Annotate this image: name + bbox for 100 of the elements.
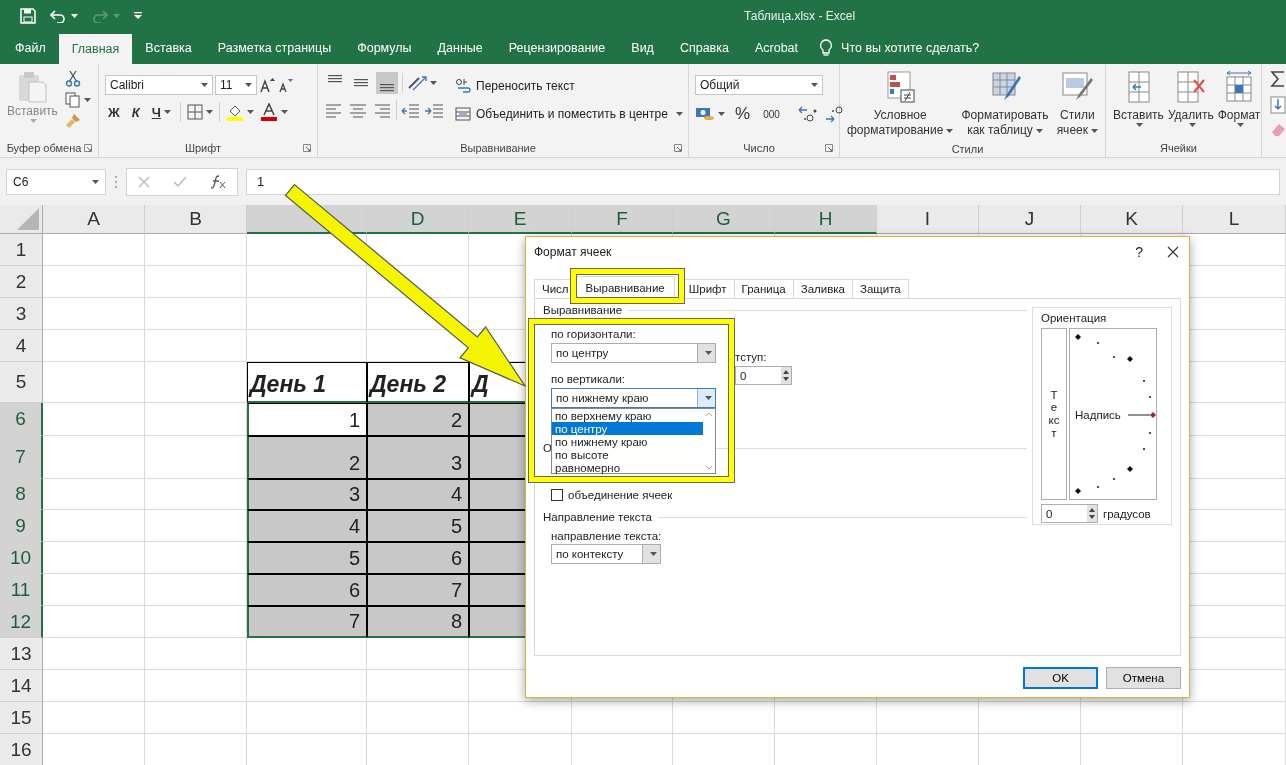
ribbon-tab[interactable]: Файл: [2, 32, 59, 64]
row-header[interactable]: 15: [0, 702, 43, 734]
decrease-indent-icon[interactable]: [401, 102, 421, 118]
save-icon[interactable]: [20, 8, 36, 24]
underline-button[interactable]: Ч: [148, 104, 174, 120]
row-header[interactable]: 5: [0, 362, 43, 403]
checkbox[interactable]: [551, 489, 563, 501]
percent-button[interactable]: %: [732, 104, 754, 124]
dialog-launcher-icon[interactable]: [674, 144, 682, 152]
help-button[interactable]: ?: [1135, 244, 1143, 260]
fill-down-icon[interactable]: [1270, 96, 1286, 114]
font-name-field[interactable]: Calibri: [105, 75, 213, 95]
function-icon[interactable]: [209, 174, 226, 189]
number-format-field[interactable]: Общий: [695, 75, 823, 95]
orientation-dial[interactable]: Надпись: [1069, 328, 1157, 500]
dropdown-option[interactable]: по верхнему краю: [552, 409, 703, 422]
row-header[interactable]: 3: [0, 298, 43, 330]
decrease-decimal-icon[interactable]: [823, 105, 844, 123]
row-header[interactable]: 7: [0, 436, 43, 479]
vertical-align-dropdown[interactable]: по нижнему краю: [551, 388, 716, 408]
increase-font-icon[interactable]: [259, 77, 275, 93]
indent-spinner[interactable]: 0: [735, 366, 792, 385]
bold-button[interactable]: Ж: [105, 104, 123, 120]
row-header[interactable]: 9: [0, 510, 43, 542]
increase-decimal-icon[interactable]: [796, 105, 817, 123]
column-header[interactable]: B: [145, 205, 247, 234]
thousands-button[interactable]: 000: [760, 108, 783, 120]
column-header[interactable]: J: [979, 205, 1081, 234]
cells-button[interactable]: Вставить: [1112, 68, 1165, 139]
merge-center-button[interactable]: Объединить и поместить в центре: [453, 106, 685, 122]
scissors-icon[interactable]: [64, 70, 81, 87]
vertical-text-option[interactable]: Текст: [1041, 328, 1067, 500]
dialog-launcher-icon[interactable]: [303, 144, 311, 152]
row-header[interactable]: 1: [0, 234, 43, 266]
column-header[interactable]: E: [469, 205, 572, 234]
borders-icon[interactable]: [186, 104, 203, 120]
drag-handle-icon[interactable]: [114, 174, 118, 189]
formula-field[interactable]: 1: [246, 168, 1280, 195]
row-header[interactable]: 14: [0, 670, 43, 702]
font-size-field[interactable]: 11: [215, 75, 257, 95]
text-direction-dropdown[interactable]: по контексту: [551, 544, 661, 564]
row-header[interactable]: 16: [0, 734, 43, 765]
ribbon-tab[interactable]: Acrobat: [741, 32, 812, 64]
customize-toolbar-icon[interactable]: [134, 12, 142, 20]
cells-button[interactable]: Удалить: [1166, 68, 1215, 139]
row-header[interactable]: 10: [0, 542, 43, 574]
column-header[interactable]: D: [367, 205, 469, 234]
ribbon-tab[interactable]: Разметка страницы: [204, 32, 345, 64]
text-orientation-icon[interactable]: [407, 74, 427, 92]
wrap-text-button[interactable]: Переносить текст: [453, 78, 685, 94]
ribbon-tab[interactable]: Формулы: [344, 32, 425, 64]
ribbon-tab[interactable]: Справка: [666, 32, 742, 64]
degrees-spinner[interactable]: 0: [1041, 504, 1098, 523]
name-box[interactable]: C6: [6, 168, 106, 195]
row-header[interactable]: 6: [0, 403, 43, 436]
dialog-tab[interactable]: Защита: [852, 279, 909, 298]
dialog-button[interactable]: Отмена: [1106, 667, 1181, 689]
row-header[interactable]: 13: [0, 638, 43, 670]
cells-button[interactable]: Формат: [1216, 68, 1262, 139]
currency-icon[interactable]: [695, 106, 715, 122]
vertical-align-icon[interactable]: [376, 72, 398, 94]
undo-icon[interactable]: [50, 9, 66, 23]
copy-icon[interactable]: [64, 92, 81, 108]
row-header[interactable]: 8: [0, 479, 43, 510]
column-header[interactable]: I: [877, 205, 979, 234]
fill-color-icon[interactable]: [225, 103, 244, 121]
column-header[interactable]: K: [1081, 205, 1183, 234]
ribbon-tab[interactable]: Вид: [618, 32, 667, 64]
dialog-launcher-icon[interactable]: [825, 144, 833, 152]
ribbon-tab[interactable]: Вставка: [132, 32, 205, 64]
row-header[interactable]: 12: [0, 606, 43, 638]
column-header[interactable]: H: [775, 205, 877, 234]
autosum-icon[interactable]: [1270, 70, 1286, 88]
dropdown-option[interactable]: по центру: [552, 422, 703, 435]
ribbon-tab[interactable]: Главная: [58, 34, 133, 64]
italic-button[interactable]: К: [128, 104, 143, 120]
lightbulb-icon[interactable]: [819, 39, 834, 57]
horizontal-align-dropdown[interactable]: по центру: [551, 343, 716, 363]
check-icon[interactable]: [173, 175, 187, 188]
dialog-tab[interactable]: Выравнивание: [575, 276, 675, 298]
font-color-icon[interactable]: [259, 103, 278, 121]
row-header[interactable]: 4: [0, 330, 43, 362]
dialog-tab[interactable]: Граница: [733, 279, 794, 298]
styles-button[interactable]: Условное форматирование: [846, 68, 955, 140]
column-header[interactable]: L: [1183, 205, 1286, 234]
ribbon-tab[interactable]: Рецензирование: [495, 32, 619, 64]
increase-indent-icon[interactable]: [425, 102, 445, 118]
column-header[interactable]: F: [572, 205, 673, 234]
dropdown-option[interactable]: по нижнему краю: [552, 435, 703, 448]
dialog-launcher-icon[interactable]: [84, 144, 92, 152]
close-icon[interactable]: [1167, 246, 1179, 258]
row-header[interactable]: 2: [0, 266, 43, 298]
decrease-font-icon[interactable]: [277, 77, 293, 93]
dialog-button[interactable]: OK: [1023, 667, 1098, 689]
dropdown-option[interactable]: равномерно: [552, 461, 703, 474]
column-header[interactable]: A: [43, 205, 145, 234]
row-header[interactable]: 11: [0, 574, 43, 606]
styles-button[interactable]: Форматировать как таблицу: [960, 68, 1050, 140]
tell-me-field[interactable]: Что вы хотите сделать?: [841, 41, 980, 55]
styles-button[interactable]: Стили ячеек: [1055, 68, 1099, 140]
